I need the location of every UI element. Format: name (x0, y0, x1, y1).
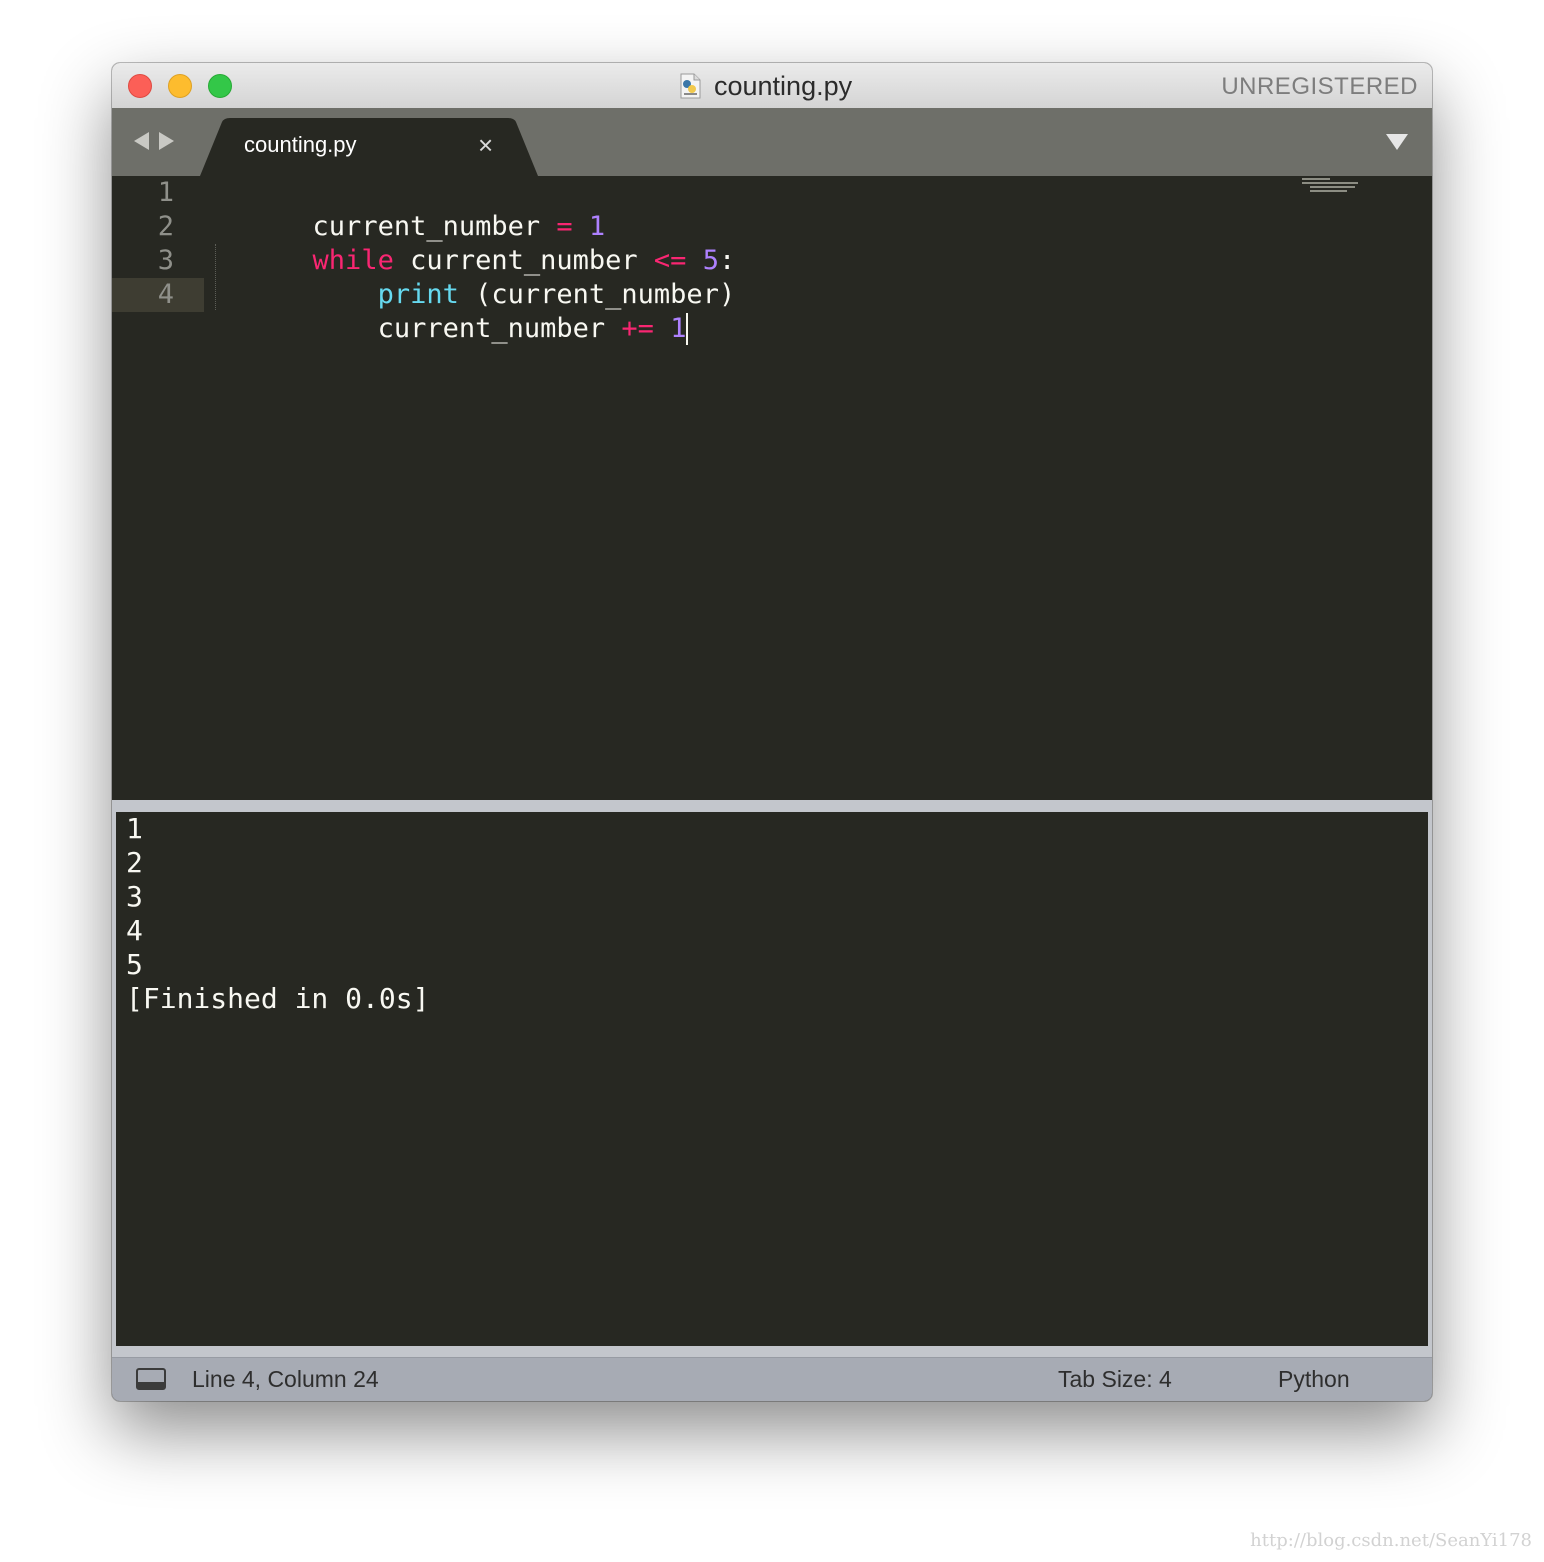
tab-navigation (134, 132, 174, 150)
cursor-position[interactable]: Line 4, Column 24 (192, 1366, 379, 1393)
code-line-1[interactable]: current_number = 1 (215, 176, 606, 242)
output-line: 2 (126, 846, 143, 879)
line-number: 4 (157, 279, 174, 310)
tab-close-icon[interactable]: × (478, 130, 493, 161)
output-panel-frame: 1 2 3 4 5 [Finished in 0.0s] (112, 812, 1432, 1357)
output-finished-message: [Finished in 0.0s] (126, 982, 430, 1015)
code-token: current_number (312, 313, 622, 344)
code-operator: += (621, 313, 654, 344)
next-tab-arrow-icon[interactable] (159, 132, 174, 150)
build-output-panel[interactable]: 1 2 3 4 5 [Finished in 0.0s] (116, 812, 1428, 1346)
code-number: 1 (670, 313, 687, 344)
close-window-button[interactable] (128, 74, 152, 98)
watermark: http://blog.csdn.net/SeanYi178 (1250, 1530, 1532, 1551)
output-line: 1 (126, 812, 143, 845)
editor-window: counting.py UNREGISTERED counting.py × 1… (112, 63, 1432, 1401)
maximize-window-button[interactable] (208, 74, 232, 98)
window-title-group: counting.py (676, 71, 852, 101)
license-status: UNREGISTERED (1221, 73, 1418, 100)
tab-counting-py[interactable]: counting.py × (200, 118, 544, 176)
code-line-2[interactable]: while current_number <= 5: (215, 210, 736, 276)
code-line-3[interactable]: print (current_number) (215, 244, 736, 310)
line-number: 2 (157, 211, 174, 242)
tab-bar: counting.py × (112, 108, 1432, 176)
title-bar[interactable]: counting.py UNREGISTERED (112, 63, 1432, 109)
output-line: 5 (126, 948, 143, 981)
previous-tab-arrow-icon[interactable] (134, 132, 149, 150)
panel-splitter[interactable] (112, 800, 1432, 812)
show-panel-icon[interactable] (136, 1368, 166, 1390)
tab-size-selector[interactable]: Tab Size: 4 (1058, 1366, 1172, 1393)
python-file-icon (680, 73, 701, 99)
tab-label: counting.py (244, 132, 357, 157)
status-bar: Line 4, Column 24 Tab Size: 4 Python (112, 1357, 1432, 1401)
tab-list-dropdown-icon[interactable] (1386, 134, 1408, 150)
gutter-row: 1 (112, 176, 204, 210)
gutter-row-current: 4 (112, 278, 204, 312)
line-number: 1 (157, 177, 174, 208)
gutter-row: 3 (112, 244, 204, 278)
code-line-4[interactable]: current_number += 1 (215, 278, 689, 345)
code-editor[interactable]: 1 2 3 4 current_number = 1 while current… (112, 176, 1432, 800)
minimap[interactable] (1302, 178, 1358, 194)
output-line: 4 (126, 914, 143, 947)
syntax-selector[interactable]: Python (1278, 1366, 1350, 1393)
minimize-window-button[interactable] (168, 74, 192, 98)
gutter-row: 2 (112, 210, 204, 244)
output-line: 3 (126, 880, 143, 913)
window-title: counting.py (714, 70, 853, 101)
text-cursor (686, 313, 689, 345)
line-number: 3 (157, 245, 174, 276)
